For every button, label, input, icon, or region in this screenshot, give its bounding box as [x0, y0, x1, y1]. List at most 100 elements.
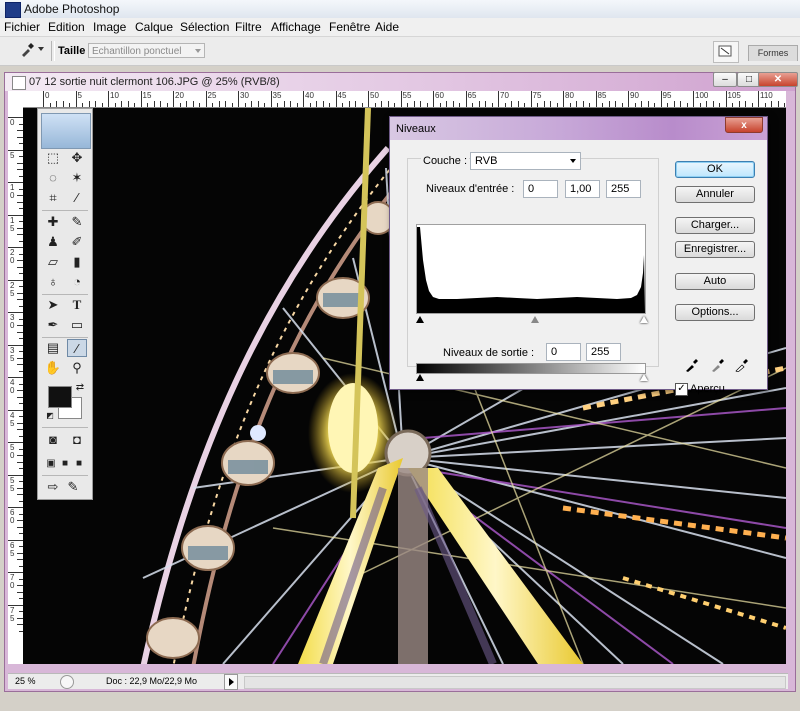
load-button[interactable]: Charger... [675, 217, 755, 234]
input-white-slider[interactable] [640, 316, 648, 323]
ruler-label: 25 [207, 91, 217, 100]
menu-fichier[interactable]: Fichier [4, 20, 40, 34]
ruler-tick [43, 91, 44, 107]
adobe-feather-logo[interactable] [41, 113, 91, 149]
zoom-tool-icon[interactable]: ⚲ [67, 359, 87, 377]
gray-eyedropper-icon[interactable] [711, 358, 725, 372]
palette-toggle-button[interactable] [713, 41, 739, 63]
pen-tool-icon[interactable]: ✒ [43, 316, 63, 334]
history-brush-tool-icon[interactable]: ✐ [67, 233, 87, 251]
menu-aide[interactable]: Aide [375, 20, 399, 34]
menu-fenetre[interactable]: Fenêtre [329, 20, 370, 34]
input-levels-label: Niveaux d'entrée : [426, 183, 515, 195]
eraser-tool-icon[interactable]: ▱ [43, 253, 63, 271]
vertical-ruler[interactable]: 0 5 1 0 1 5 2 0 2 5 3 0 3 5 4 0 4 5 5 0 5 5 6 0 6 5 7 … [8, 107, 24, 664]
white-eyedropper-icon[interactable] [735, 358, 749, 373]
marquee-tool-icon[interactable]: ⬚ [43, 149, 63, 167]
imageready-icon[interactable]: ✎ [63, 478, 83, 496]
ruler-label: 90 [630, 91, 639, 100]
ruler-minor-tick [569, 103, 571, 107]
black-eyedropper-icon[interactable] [685, 358, 699, 372]
output-black-slider[interactable] [416, 374, 424, 381]
options-separator [51, 41, 55, 61]
menu-filtre[interactable]: Filtre [235, 20, 262, 34]
zoom-menu-icon[interactable] [60, 675, 74, 689]
blur-tool-icon[interactable]: ♁ [43, 273, 63, 291]
close-document-button[interactable]: ✕ [758, 72, 798, 87]
sample-size-select[interactable]: Echantillon ponctuel [88, 43, 205, 58]
brush-tool-icon[interactable]: ✎ [67, 213, 87, 231]
eyedropper-tool-icon[interactable]: ⁄ [67, 339, 87, 357]
swap-colors-icon[interactable]: ⇄ [70, 379, 90, 397]
default-colors-icon[interactable]: ◩ [40, 407, 60, 425]
preview-checkbox[interactable]: ✓ [675, 383, 688, 396]
horizontal-scrollbar[interactable] [244, 676, 786, 689]
ruler-minor-tick [264, 103, 265, 107]
eyedropper-icon[interactable] [20, 43, 34, 57]
standard-mode-icon[interactable]: ◙ [43, 431, 63, 449]
menu-calque[interactable]: Calque [135, 20, 173, 34]
ruler-label: 5 5 [10, 475, 15, 493]
crop-tool-icon[interactable]: ⌗ [43, 189, 63, 207]
zoom-level[interactable]: 25 % [15, 676, 36, 686]
panel-tab-formes[interactable]: Formes [748, 45, 798, 61]
dodge-tool-icon[interactable]: ◔ [67, 273, 87, 291]
ruler-minor-tick [381, 101, 382, 107]
input-black-slider[interactable] [416, 316, 424, 323]
menu-affichage[interactable]: Affichage [271, 20, 321, 34]
document-title-bar[interactable]: 07 12 sortie nuit clermont 106.JPG @ 25%… [5, 73, 795, 91]
ok-button[interactable]: OK [675, 161, 755, 178]
horizontal-ruler[interactable]: 0 5 10 15 20 25 30 35 40 45 50 55 60 65 70 75 80 85 90 95 10… [23, 91, 786, 108]
photoshop-logo-icon [5, 2, 21, 18]
options-bar: Taille : Echantillon ponctuel [0, 37, 800, 66]
gradient-tool-icon[interactable]: ▮ [67, 253, 87, 271]
notes-tool-icon[interactable]: ▤ [43, 339, 63, 357]
input-white-field[interactable]: 255 [606, 180, 641, 198]
jump-to-imageready-icon[interactable]: ⇨ [43, 478, 63, 496]
move-tool-icon[interactable]: ✥ [67, 149, 87, 167]
output-white-slider[interactable] [640, 374, 648, 381]
menu-selection[interactable]: Sélection [180, 20, 229, 34]
levels-close-button[interactable]: x [725, 117, 763, 133]
save-button[interactable]: Enregistrer... [675, 241, 755, 258]
magic-wand-tool-icon[interactable]: ✶ [67, 169, 87, 187]
path-selection-tool-icon[interactable]: ➤ [43, 296, 63, 314]
status-menu-arrow-icon[interactable] [224, 674, 238, 690]
ruler-tick [758, 91, 759, 107]
channel-select[interactable]: RVB [470, 152, 581, 170]
slice-tool-icon[interactable]: ⁄ [67, 189, 87, 207]
levels-title: Niveaux [396, 123, 436, 135]
cancel-button[interactable]: Annuler [675, 186, 755, 203]
clone-stamp-tool-icon[interactable]: ♟ [43, 233, 63, 251]
input-black-field[interactable]: 0 [523, 180, 558, 198]
lasso-tool-icon[interactable]: ◌ [43, 169, 63, 187]
type-tool-icon[interactable]: T [67, 296, 87, 314]
screen-mode-full-icon[interactable]: ■ [69, 455, 89, 473]
output-white-field[interactable]: 255 [586, 343, 621, 361]
ruler-origin[interactable] [8, 91, 24, 108]
input-gamma-slider[interactable] [531, 316, 539, 323]
options-button[interactable]: Options... [675, 304, 755, 321]
ruler-minor-tick [374, 103, 376, 107]
tools-panel: ⬚ ✥ ◌ ✶ ⌗ ⁄ ✚ ✎ ♟ ✐ ▱ ▮ ♁ ◔ ➤ T ✒ ▭ ▤ ⁄ … [37, 108, 93, 500]
ruler-minor-tick [680, 101, 681, 107]
ruler-minor-tick [387, 101, 389, 107]
hand-tool-icon[interactable]: ✋ [43, 359, 63, 377]
menu-image[interactable]: Image [93, 20, 126, 34]
shape-tool-icon[interactable]: ▭ [67, 316, 87, 334]
healing-brush-tool-icon[interactable]: ✚ [43, 213, 63, 231]
ruler-minor-tick [764, 103, 766, 107]
auto-button[interactable]: Auto [675, 273, 755, 290]
ruler-label: 80 [565, 91, 574, 100]
output-black-field[interactable]: 0 [546, 343, 581, 361]
tool-preset-arrow-icon[interactable] [38, 47, 44, 51]
input-gamma-field[interactable]: 1,00 [565, 180, 600, 198]
levels-title-bar[interactable]: Niveaux [390, 117, 767, 140]
ruler-minor-tick [95, 101, 96, 107]
ruler-tick [563, 91, 564, 107]
foreground-color-swatch[interactable] [48, 386, 72, 408]
minimize-button[interactable]: – [713, 72, 737, 87]
menu-edition[interactable]: Edition [48, 20, 85, 34]
quick-mask-mode-icon[interactable]: ◘ [67, 431, 87, 449]
tools-separator [42, 337, 88, 338]
